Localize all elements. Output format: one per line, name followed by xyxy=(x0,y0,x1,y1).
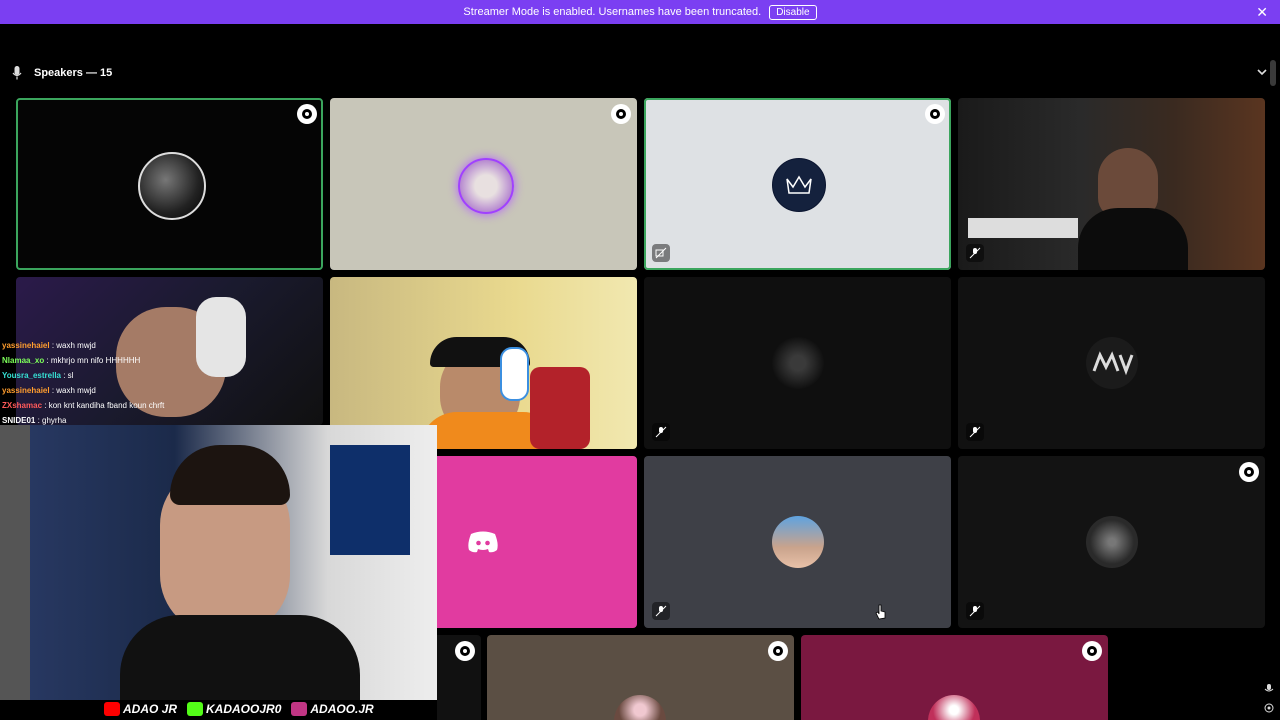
chat-username: yassinehaiel xyxy=(2,341,50,350)
avatar xyxy=(137,152,206,220)
moderator-badge-icon xyxy=(1082,641,1102,661)
settings-icon[interactable] xyxy=(1264,703,1274,713)
chat-separator: : xyxy=(44,356,51,365)
microphone-icon xyxy=(12,66,22,80)
social-handles: ADAO JR KADAOOJR0 ADAOO.JR xyxy=(104,702,374,716)
participant-tile[interactable] xyxy=(437,456,637,628)
moderator-badge-icon xyxy=(768,641,788,661)
microphone-icon[interactable] xyxy=(1264,684,1274,694)
chat-text: mkhrjo mn nifo HHHHHH xyxy=(50,356,141,365)
streamer-mode-banner: Streamer Mode is enabled. Usernames have… xyxy=(0,0,1280,24)
mic-muted-icon xyxy=(652,423,670,441)
social-handle-text: KADAOOJR0 xyxy=(206,702,282,716)
close-icon[interactable]: ✕ xyxy=(1256,4,1268,21)
mic-muted-icon xyxy=(966,423,984,441)
moderator-badge-icon xyxy=(1239,462,1259,482)
social-handle: KADAOOJR0 xyxy=(187,702,281,716)
camera-off-icon xyxy=(652,244,670,262)
avatar xyxy=(1085,337,1138,389)
chat-username: SNIDE01 xyxy=(2,416,36,425)
chevron-down-icon[interactable] xyxy=(1256,66,1268,78)
participant-tile[interactable] xyxy=(958,277,1265,449)
avatar xyxy=(771,516,824,568)
hand-cursor-icon xyxy=(875,604,886,620)
participant-tile[interactable] xyxy=(644,98,951,270)
camera-feed xyxy=(958,98,1265,270)
participant-tile[interactable] xyxy=(330,98,637,270)
participant-tile[interactable] xyxy=(437,635,481,720)
social-handle-text: ADAO JR xyxy=(123,702,178,716)
participant-tile[interactable] xyxy=(644,277,951,449)
scrollbar[interactable] xyxy=(1270,60,1276,86)
social-handle: ADAO JR xyxy=(104,702,177,716)
participant-tile[interactable] xyxy=(958,98,1265,270)
chat-message: yassinehaiel : waxh mwjd xyxy=(2,338,322,353)
speakers-count-label: Speakers — 15 xyxy=(34,67,113,79)
chat-separator: : xyxy=(61,371,68,380)
avatar xyxy=(1085,516,1138,568)
streamer-webcam-overlay xyxy=(0,425,437,700)
social-handle: ADAOO.JR xyxy=(291,702,374,716)
stream-chat-overlay: yassinehaiel : waxh mwjd Nlamaa_xo : mkhr… xyxy=(2,338,322,428)
youtube-icon xyxy=(104,702,120,716)
participant-tile[interactable] xyxy=(16,98,323,270)
moderator-badge-icon xyxy=(925,104,945,124)
streamer-mode-message: Streamer Mode is enabled. Usernames have… xyxy=(463,6,762,18)
chat-text: kon knt kandiha fband koun chrft xyxy=(48,401,165,410)
mic-muted-icon xyxy=(966,244,984,262)
mic-muted-icon xyxy=(966,602,984,620)
chat-message: ZXshamac : kon knt kandiha fband koun ch… xyxy=(2,398,322,413)
chat-username: yassinehaiel xyxy=(2,386,50,395)
chat-username: Yousra_estrella xyxy=(2,371,61,380)
chat-username: ZXshamac xyxy=(2,401,43,410)
chat-text: ghyrha xyxy=(42,416,67,425)
chat-username: Nlamaa_xo xyxy=(2,356,45,365)
kick-icon xyxy=(187,702,204,716)
chat-message: yassinehaiel : waxh mwjd xyxy=(2,383,322,398)
participant-tile[interactable] xyxy=(644,456,951,628)
participant-tile[interactable] xyxy=(330,277,637,449)
chat-text: waxh mwjd xyxy=(56,341,96,350)
participant-tile[interactable] xyxy=(958,456,1265,628)
moderator-badge-icon xyxy=(297,104,317,124)
discord-logo-icon xyxy=(468,531,498,553)
avatar xyxy=(771,337,824,389)
speakers-header: Speakers — 15 xyxy=(12,64,112,82)
instagram-icon xyxy=(291,702,308,716)
social-handle-text: ADAOO.JR xyxy=(310,702,374,716)
participant-tile[interactable] xyxy=(487,635,794,720)
avatar xyxy=(457,158,514,214)
camera-feed xyxy=(330,277,637,449)
moderator-badge-icon xyxy=(611,104,631,124)
chat-message: Nlamaa_xo : mkhrjo mn nifo HHHHHH xyxy=(2,353,322,368)
avatar xyxy=(771,158,826,212)
mic-muted-icon xyxy=(652,602,670,620)
participant-tile[interactable] xyxy=(801,635,1108,720)
chat-message: Yousra_estrella : sl xyxy=(2,368,322,383)
chat-separator: : xyxy=(42,401,49,410)
chat-text: sl xyxy=(67,371,74,380)
chat-text: waxh mwjd xyxy=(56,386,96,395)
disable-streamer-mode-button[interactable]: Disable xyxy=(769,4,817,20)
moderator-badge-icon xyxy=(455,641,475,661)
avatar xyxy=(614,695,666,720)
avatar xyxy=(928,695,980,720)
chat-message: SNIDE01 : ghyrha xyxy=(2,413,322,428)
